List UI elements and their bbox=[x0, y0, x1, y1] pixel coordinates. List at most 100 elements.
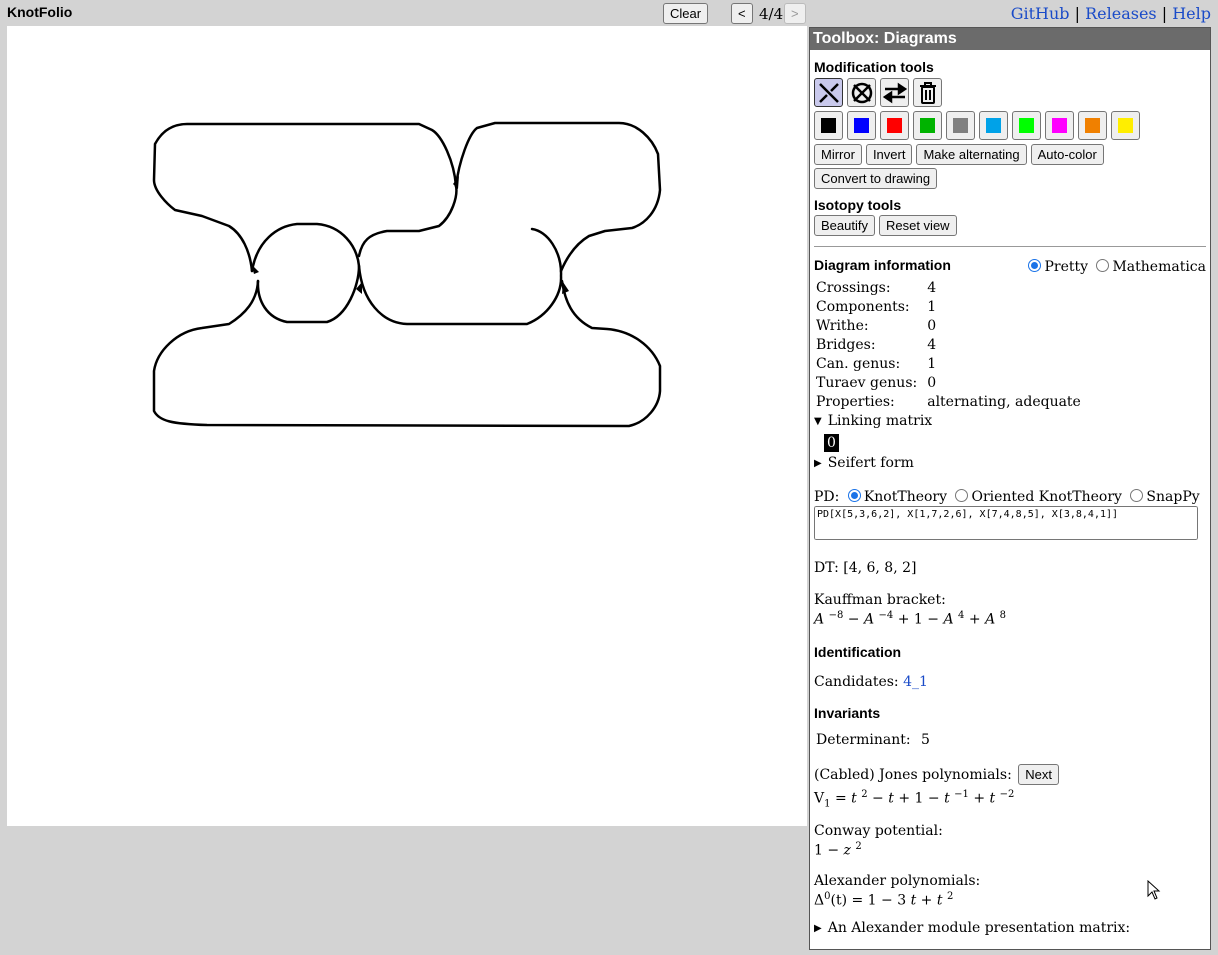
reverse-orientation-tool[interactable] bbox=[880, 78, 909, 107]
color-swatch-button[interactable] bbox=[1012, 111, 1041, 140]
clear-button[interactable]: Clear bbox=[663, 3, 709, 24]
candidates-label: Candidates: bbox=[814, 673, 899, 690]
color-swatch bbox=[986, 118, 1001, 133]
snappy-label: SnapPy bbox=[1146, 489, 1200, 505]
color-swatch-button[interactable] bbox=[1111, 111, 1140, 140]
color-swatch-button[interactable] bbox=[946, 111, 975, 140]
alexander-module-label: An Alexander module presentation matrix: bbox=[827, 920, 1131, 937]
next-page-button[interactable]: > bbox=[784, 3, 806, 24]
info-value: 1 bbox=[927, 356, 937, 372]
kauffman-bracket-value: A −8 − A −4 + 1 − A 4 + A 8 bbox=[814, 610, 1007, 628]
isotopy-tools-heading: Isotopy tools bbox=[814, 197, 902, 213]
mathematica-label: Mathematica bbox=[1112, 259, 1206, 275]
info-row: Crossings: 4 bbox=[814, 279, 1083, 298]
link-separator: | bbox=[1074, 4, 1081, 23]
color-palette bbox=[814, 111, 1206, 140]
auto-color-button[interactable]: Auto-color bbox=[1030, 144, 1104, 165]
make-alternating-button[interactable]: Make alternating bbox=[916, 144, 1027, 165]
crossing-toggle-icon bbox=[818, 82, 839, 103]
mirror-button[interactable]: Mirror bbox=[814, 144, 862, 165]
knottheory-label: KnotTheory bbox=[863, 489, 948, 505]
jones-next-button[interactable]: Next bbox=[1018, 763, 1059, 785]
color-swatch bbox=[887, 118, 902, 133]
toolbox-title: Toolbox: Diagrams bbox=[810, 28, 1210, 50]
info-row: Writhe: 0 bbox=[814, 317, 1083, 336]
diagram-info-table: Crossings: 4 Components: 1 Writhe: 0 Bridges: 4… bbox=[814, 279, 1083, 412]
delete-component-tool[interactable] bbox=[913, 78, 942, 107]
info-row: Properties: alternating, adequate bbox=[814, 393, 1083, 412]
help-link[interactable]: Help bbox=[1172, 4, 1211, 23]
pretty-label: Pretty bbox=[1044, 259, 1089, 275]
alexander-module-toggle[interactable]: ▶ An Alexander module presentation matri… bbox=[814, 920, 1206, 936]
kauffman-label: Kauffman bracket: bbox=[814, 592, 946, 608]
knot-strand bbox=[357, 184, 458, 258]
seifert-form-toggle[interactable]: ▶ Seifert form bbox=[814, 455, 1206, 471]
orientation-arrow bbox=[562, 282, 569, 294]
pd-label: PD: bbox=[814, 489, 840, 505]
color-swatch-button[interactable] bbox=[1078, 111, 1107, 140]
oriented-knottheory-radio[interactable] bbox=[955, 489, 969, 502]
invert-button[interactable]: Invert bbox=[865, 144, 913, 165]
crossing-delete-icon bbox=[851, 82, 872, 103]
mathematica-radio[interactable] bbox=[1096, 259, 1110, 272]
info-label: Properties: bbox=[816, 394, 895, 410]
toolbox-panel: Toolbox: Diagrams Modification tools Mir… bbox=[809, 27, 1211, 950]
diagram-canvas[interactable] bbox=[7, 26, 807, 826]
knot-strand bbox=[250, 222, 361, 324]
info-value: 4 bbox=[927, 280, 937, 296]
knot-strand bbox=[152, 122, 458, 273]
color-swatch bbox=[1019, 118, 1034, 133]
info-value: 4 bbox=[927, 337, 937, 353]
color-swatch bbox=[953, 118, 968, 133]
linking-matrix-toggle[interactable]: ▼ Linking matrix bbox=[814, 413, 1206, 429]
knot-strand bbox=[357, 227, 563, 326]
top-links: GitHub | Releases | Help bbox=[1011, 4, 1211, 23]
pretty-radio[interactable] bbox=[1028, 259, 1042, 272]
color-swatch bbox=[821, 118, 836, 133]
info-row: Components: 1 bbox=[814, 298, 1083, 317]
color-swatch-button[interactable] bbox=[1045, 111, 1074, 140]
info-label: Crossings: bbox=[816, 280, 891, 296]
beautify-button[interactable]: Beautify bbox=[814, 215, 875, 236]
dt-code: DT: [4, 6, 8, 2] bbox=[814, 560, 917, 576]
info-row: Turaev genus: 0 bbox=[814, 374, 1083, 393]
expanded-triangle-icon: ▼ bbox=[814, 415, 822, 427]
determinant-label: Determinant: bbox=[816, 731, 911, 748]
info-row: Bridges: 4 bbox=[814, 336, 1083, 355]
collapsed-triangle-icon: ▶ bbox=[814, 457, 822, 469]
invariants-heading: Invariants bbox=[814, 704, 881, 721]
info-label: Writhe: bbox=[816, 318, 869, 334]
convert-to-drawing-button[interactable]: Convert to drawing bbox=[814, 168, 938, 189]
info-label: Components: bbox=[816, 299, 910, 315]
info-label: Turaev genus: bbox=[816, 375, 918, 391]
color-swatch-button[interactable] bbox=[913, 111, 942, 140]
color-swatch-button[interactable] bbox=[847, 111, 876, 140]
color-swatch-button[interactable] bbox=[814, 111, 843, 140]
conway-potential-value: 1 − z 2 bbox=[814, 841, 862, 859]
info-label: Bridges: bbox=[816, 337, 876, 353]
format-options: Pretty Mathematica bbox=[1028, 259, 1206, 275]
github-link[interactable]: GitHub bbox=[1011, 4, 1070, 23]
knottheory-radio[interactable] bbox=[847, 489, 861, 502]
app-title: KnotFolio bbox=[7, 4, 73, 20]
pd-options: PD: KnotTheory Oriented KnotTheory SnapP… bbox=[814, 489, 1206, 505]
snappy-radio[interactable] bbox=[1130, 489, 1144, 502]
candidate-link[interactable]: 4_1 bbox=[903, 674, 928, 690]
info-value: alternating, adequate bbox=[927, 394, 1081, 410]
link-separator: | bbox=[1161, 4, 1168, 23]
collapsed-triangle-icon: ▶ bbox=[814, 922, 822, 934]
linking-matrix-value: 0 bbox=[824, 434, 839, 452]
knot-strand bbox=[152, 279, 662, 428]
crossing-toggle-tool[interactable] bbox=[814, 78, 843, 107]
trash-icon bbox=[919, 81, 936, 104]
reset-view-button[interactable]: Reset view bbox=[878, 215, 957, 236]
knot-strand bbox=[454, 121, 662, 273]
crossing-delete-tool[interactable] bbox=[847, 78, 876, 107]
jones-label: (Cabled) Jones polynomials: bbox=[814, 766, 1012, 783]
pd-textarea[interactable]: PD[X[5,3,6,2], X[1,7,2,6], X[7,4,8,5], X… bbox=[814, 506, 1198, 540]
color-swatch-button[interactable] bbox=[880, 111, 909, 140]
color-swatch-button[interactable] bbox=[979, 111, 1008, 140]
seifert-form-label: Seifert form bbox=[827, 455, 914, 471]
prev-page-button[interactable]: < bbox=[731, 3, 753, 24]
releases-link[interactable]: Releases bbox=[1085, 4, 1157, 23]
